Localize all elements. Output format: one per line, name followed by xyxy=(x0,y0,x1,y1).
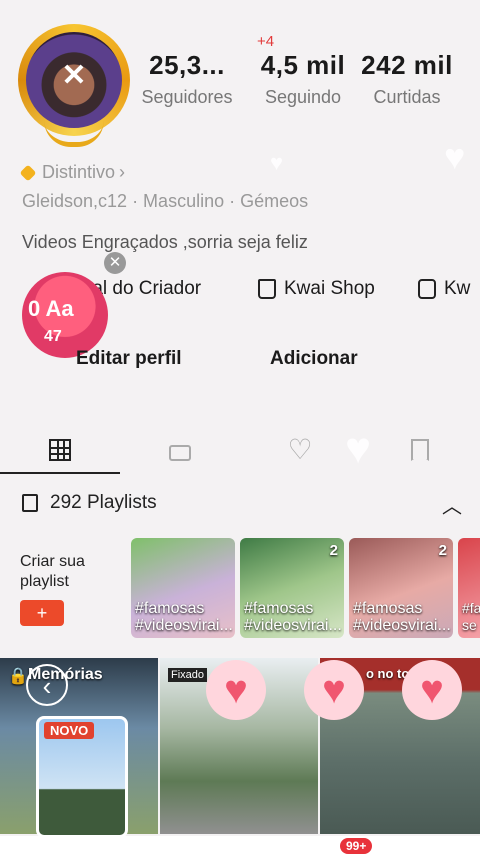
stat-likes[interactable]: 242 mil Curtidas xyxy=(352,50,462,108)
stat-following[interactable]: 4,5 mil Seguindo xyxy=(248,50,358,108)
following-label: Seguindo xyxy=(264,87,342,107)
likes-count: 242 mil xyxy=(361,50,453,80)
tab-liked[interactable]: ♡ xyxy=(240,430,360,470)
chevron-up-icon[interactable]: ︿ xyxy=(442,490,462,519)
laurel-icon xyxy=(44,120,104,147)
playlist-caption: #fa se xyxy=(462,600,480,633)
playlist-count: 2 xyxy=(438,542,447,559)
heart-icon: ♥ xyxy=(322,668,346,712)
floating-text: 0 Aa xyxy=(28,296,74,321)
create-playlist[interactable]: Criar sua playlist + xyxy=(20,552,120,626)
add-friends-button[interactable]: Adicionar xyxy=(270,348,358,370)
badge-icon xyxy=(19,164,37,181)
lock-icon: 🔒 xyxy=(8,668,28,685)
chevron-right-icon: › xyxy=(119,162,126,182)
floating-live-bubble[interactable]: 0 Aa 47 xyxy=(22,272,108,358)
avatar[interactable]: ✕ xyxy=(18,24,130,147)
like-heart-button[interactable]: ♥ xyxy=(304,660,364,720)
playlist-caption: #famosas #videosvirai... xyxy=(353,600,451,634)
bottom-nav xyxy=(0,836,480,854)
playlist-card[interactable]: 2 #famosas #videosvirai... xyxy=(349,538,453,638)
grid-icon xyxy=(49,439,71,461)
kwai-shop-button[interactable]: Kwai Shop xyxy=(258,278,375,300)
heart-icon: ♥ xyxy=(420,668,444,712)
more-tool-label: Kw xyxy=(444,278,471,299)
back-arrow-icon[interactable]: ‹ xyxy=(26,664,68,706)
content-tabs: ♡ xyxy=(0,430,480,470)
playlists-header[interactable]: 292 Playlists xyxy=(22,492,157,514)
coin-count: 47 xyxy=(44,328,62,345)
close-icon: ✕ xyxy=(61,59,87,92)
money-bag-icon xyxy=(418,279,436,299)
like-heart-button[interactable]: ♥ xyxy=(206,660,266,720)
playlists-title: 292 Playlists xyxy=(50,492,157,513)
edit-profile-button[interactable]: Editar perfil xyxy=(76,348,182,370)
tab-private[interactable] xyxy=(120,430,240,470)
playlist-caption: #famosas #videosvirai... xyxy=(135,600,233,634)
pinned-badge: Fixado xyxy=(168,668,208,682)
lock-icon xyxy=(169,445,191,461)
playlist-count: 2 xyxy=(329,542,338,559)
tab-videos[interactable] xyxy=(0,430,120,470)
followers-label: Seguidores xyxy=(141,87,233,107)
playlist-card[interactable]: #famosas #videosvirai... xyxy=(131,538,235,638)
playlist-card[interactable]: #fa se xyxy=(458,538,480,638)
heart-outline-icon: ♡ xyxy=(287,434,313,465)
tab-underline xyxy=(0,472,120,474)
followers-count: 25,3... xyxy=(149,50,225,80)
heart-icon: ♥ xyxy=(224,668,248,712)
profile-info: Gleidson,c12 · Masculino · Gémeos xyxy=(22,191,309,211)
like-heart-button[interactable]: ♥ xyxy=(402,660,462,720)
create-playlist-label: Criar sua playlist xyxy=(20,553,85,590)
playlist-icon xyxy=(22,494,38,512)
tab-saved[interactable] xyxy=(360,430,480,470)
stat-followers[interactable]: 25,3... Seguidores xyxy=(132,50,242,108)
decor-heart-icon: ♥ xyxy=(444,136,466,177)
following-count: 4,5 mil xyxy=(260,50,346,80)
playlist-card[interactable]: 2 #famosas #videosvirai... xyxy=(240,538,344,638)
close-bubble-button[interactable]: ✕ xyxy=(104,252,126,274)
decor-heart-icon: ♥ xyxy=(270,150,284,175)
bookmark-icon xyxy=(411,439,429,461)
badge-link[interactable]: Distintivo › xyxy=(19,162,126,183)
new-badge: NOVO xyxy=(44,722,95,739)
likes-label: Curtidas xyxy=(373,87,441,107)
badge-label: Distintivo xyxy=(42,162,116,182)
playlist-caption: #famosas #videosvirai... xyxy=(244,600,342,634)
following-delta: +4 xyxy=(257,33,275,50)
kwai-shop-label: Kwai Shop xyxy=(284,278,375,299)
add-playlist-icon: + xyxy=(20,600,64,626)
shopping-bag-icon xyxy=(258,279,276,299)
more-tool-button[interactable]: Kw xyxy=(418,278,470,300)
profile-bio: Videos Engraçados ,sorria seja feliz xyxy=(22,232,308,252)
notification-badge: 99+ xyxy=(340,838,373,854)
